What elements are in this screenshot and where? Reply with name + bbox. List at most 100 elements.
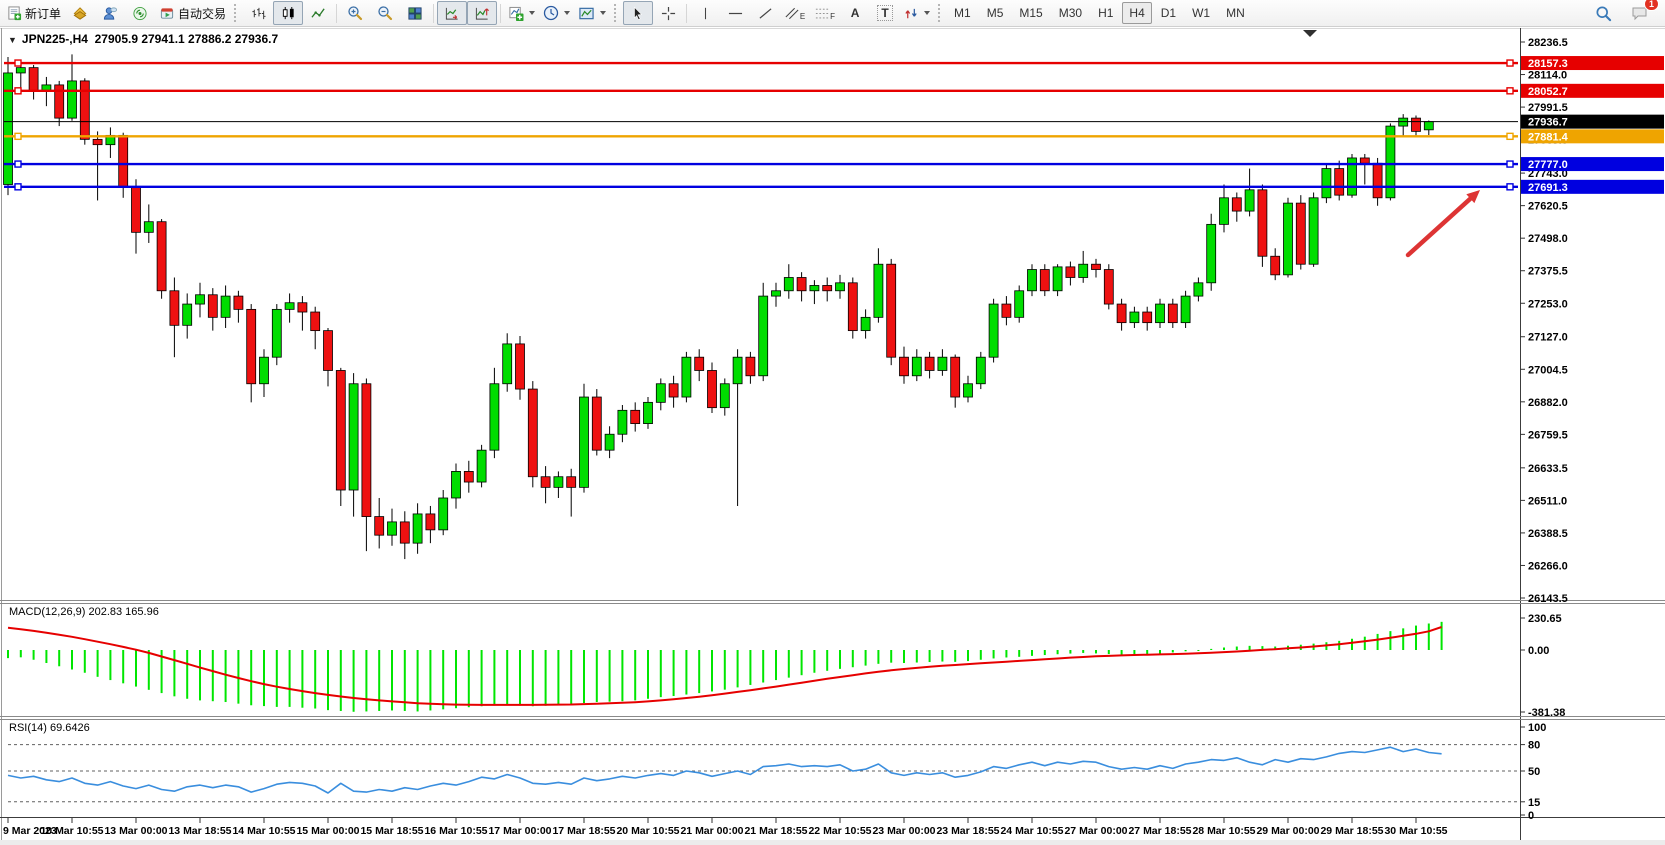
text-tool[interactable]: A: [840, 1, 870, 25]
profile-button[interactable]: [95, 1, 125, 25]
toolbar-separator: [686, 4, 687, 23]
templates-button[interactable]: [574, 1, 610, 25]
bar-chart-button[interactable]: [243, 1, 273, 25]
macd-histogram-bar: [45, 650, 47, 663]
timeframe-H4[interactable]: H4: [1122, 2, 1151, 24]
text-label-tool[interactable]: T: [870, 1, 900, 25]
timeframe-H1[interactable]: H1: [1091, 2, 1120, 24]
zoom-out-button[interactable]: [370, 1, 400, 25]
new-order-button[interactable]: 新订单: [3, 1, 65, 25]
candle: [733, 357, 742, 384]
chart-shift-marker[interactable]: [1303, 30, 1317, 37]
cursor-button[interactable]: [623, 1, 653, 25]
equidistant-channel-tool[interactable]: E: [780, 1, 810, 25]
candle: [759, 296, 768, 376]
chart-shift-button[interactable]: [467, 1, 497, 25]
signals-button[interactable]: [125, 1, 155, 25]
time-label: 29 Mar 00:00: [1256, 825, 1319, 837]
macd-histogram-bar: [506, 650, 508, 705]
price-tick-label: 26759.5: [1528, 429, 1568, 441]
collapse-ohlc-icon[interactable]: ▼: [8, 35, 17, 45]
hline-handle[interactable]: [1507, 133, 1513, 139]
macd-tick-label: 230.65: [1528, 613, 1562, 625]
hline-handle[interactable]: [15, 133, 21, 139]
toolbar-right-group: 1: [1588, 1, 1662, 25]
macd-histogram-bar: [980, 650, 982, 660]
fibonacci-tool[interactable]: F: [810, 1, 840, 25]
periods-button[interactable]: [539, 1, 574, 25]
line-chart-button[interactable]: [303, 1, 333, 25]
autotrading-button[interactable]: 自动交易: [155, 1, 230, 25]
trendline-tool[interactable]: [750, 1, 780, 25]
indicators-button[interactable]: [504, 1, 539, 25]
arrows-tool[interactable]: [900, 1, 934, 25]
macd-histogram-bar: [685, 650, 687, 695]
timeframe-W1[interactable]: W1: [1185, 2, 1217, 24]
bid-price-tag-label: 27936.7: [1528, 117, 1568, 129]
candle: [746, 357, 755, 376]
macd-histogram-bar: [173, 650, 175, 696]
time-label: 20 Mar 10:55: [616, 825, 679, 837]
hline-handle[interactable]: [15, 161, 21, 167]
macd-histogram-bar: [455, 650, 457, 708]
candle: [580, 397, 589, 487]
candle: [221, 296, 230, 317]
macd-histogram-bar: [1018, 650, 1020, 657]
candle: [887, 264, 896, 357]
macd-histogram-bar: [609, 650, 611, 702]
candle: [900, 357, 909, 376]
candle: [1322, 169, 1331, 198]
hline-handle[interactable]: [15, 184, 21, 190]
candle: [477, 450, 486, 482]
hline-handle[interactable]: [1507, 88, 1513, 94]
vertical-line-tool[interactable]: [690, 1, 720, 25]
timeframe-M15[interactable]: M15: [1012, 2, 1049, 24]
hline-handle[interactable]: [1507, 161, 1513, 167]
time-label: 15 Mar 18:55: [360, 825, 423, 837]
candle: [874, 264, 883, 317]
time-label: 27 Mar 18:55: [1128, 825, 1191, 837]
channel-icon: [785, 6, 799, 21]
macd-histogram-bar: [1415, 626, 1417, 650]
macd-histogram-bar: [109, 650, 111, 680]
timeframe-M5[interactable]: M5: [980, 2, 1011, 24]
time-label: 23 Mar 00:00: [872, 825, 935, 837]
timeframe-D1[interactable]: D1: [1154, 2, 1183, 24]
auto-scroll-button[interactable]: [437, 1, 467, 25]
time-label: 13 Mar 18:55: [168, 825, 231, 837]
timeframe-M1[interactable]: M1: [947, 2, 978, 24]
macd-histogram-bar: [634, 650, 636, 700]
timeframe-MN[interactable]: MN: [1219, 2, 1252, 24]
trend-arrow[interactable]: [1408, 199, 1470, 255]
chat-button[interactable]: 1: [1624, 1, 1654, 25]
price-tick-label: 26882.0: [1528, 397, 1568, 409]
macd-indicator-label: MACD(12,26,9) 202.83 165.96: [9, 606, 159, 618]
clock-icon: [543, 5, 559, 21]
timeframe-M30[interactable]: M30: [1052, 2, 1089, 24]
macd-histogram-bar: [570, 650, 572, 704]
candlestick-chart-button[interactable]: [273, 1, 303, 25]
hline-tag-label: 28157.3: [1528, 58, 1568, 70]
search-button[interactable]: [1588, 1, 1618, 25]
market-watch-button[interactable]: [65, 1, 95, 25]
hline-handle[interactable]: [1507, 184, 1513, 190]
macd-histogram-bar: [596, 650, 598, 702]
price-tick-label: 27375.5: [1528, 266, 1568, 278]
hline-handle[interactable]: [15, 60, 21, 66]
hline-handle[interactable]: [15, 88, 21, 94]
search-icon: [1595, 5, 1612, 22]
bar-chart-icon: [251, 6, 266, 21]
text-label-icon: T: [877, 5, 892, 21]
crosshair-button[interactable]: [653, 1, 683, 25]
macd-histogram-bar: [1197, 650, 1199, 651]
new-order-label: 新订单: [25, 5, 61, 22]
candle: [925, 357, 934, 370]
horizontal-line-tool[interactable]: [720, 1, 750, 25]
zoom-in-button[interactable]: [340, 1, 370, 25]
macd-histogram-bar: [212, 650, 214, 701]
macd-histogram-bar: [71, 650, 73, 670]
hline-handle[interactable]: [1507, 60, 1513, 66]
chart-canvas[interactable]: 28236.528114.027991.527869.027743.027620…: [0, 28, 1665, 845]
fibonacci-icon: [815, 6, 829, 21]
tile-windows-button[interactable]: [400, 1, 430, 25]
